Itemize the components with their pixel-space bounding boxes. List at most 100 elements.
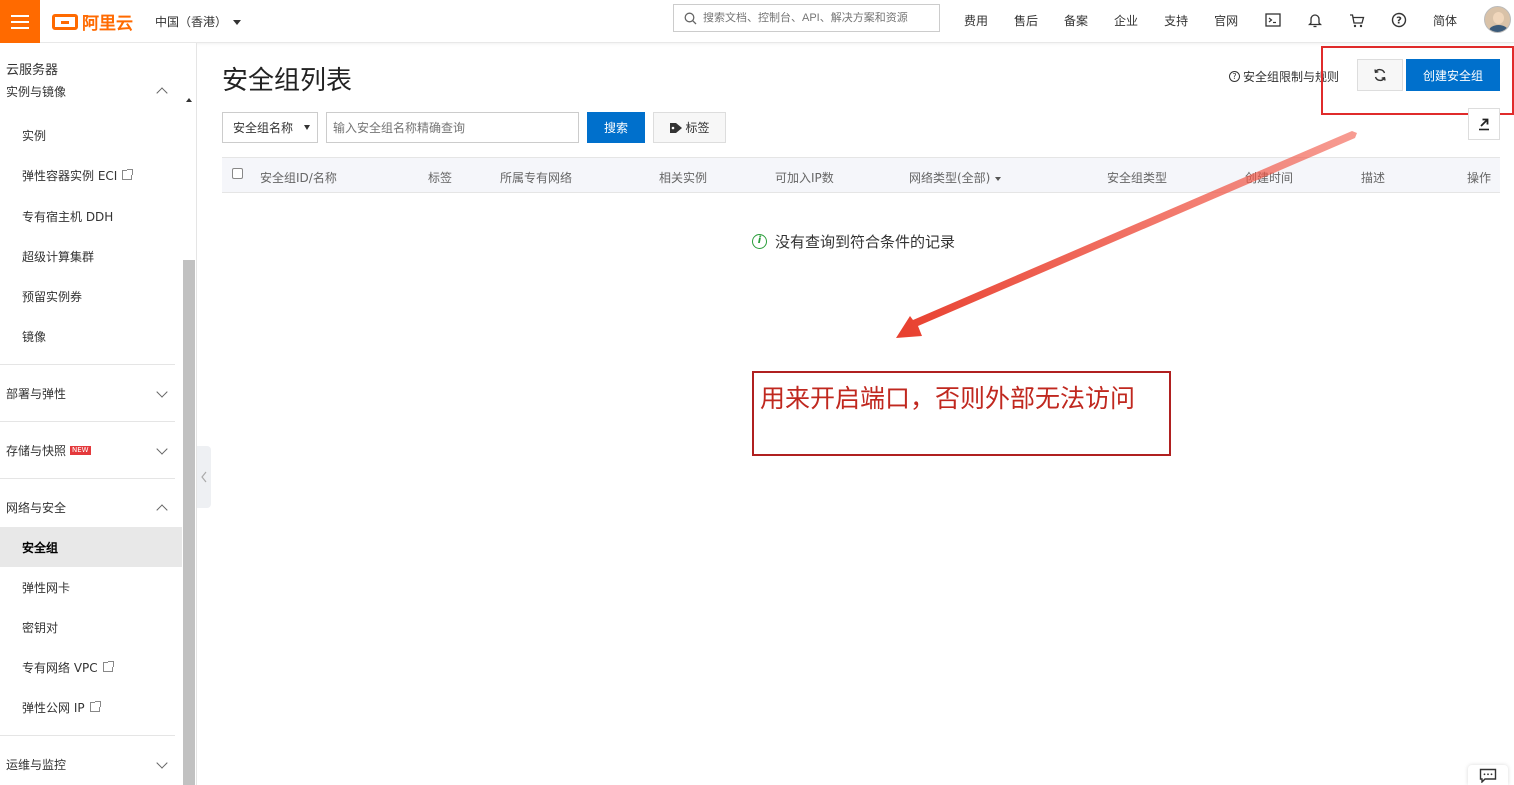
cart-icon[interactable] xyxy=(1348,11,1366,29)
brand-logo[interactable]: 阿里云 xyxy=(52,9,133,34)
tag-icon xyxy=(670,122,683,133)
sidebar-scrollbar[interactable] xyxy=(183,260,195,785)
divider xyxy=(0,364,175,365)
external-link-icon xyxy=(102,661,114,672)
sidebar-item-ddh[interactable]: 专有宿主机 DDH xyxy=(0,196,182,236)
question-icon: ? xyxy=(1229,71,1240,82)
empty-state-text: 没有查询到符合条件的记录 xyxy=(775,233,956,251)
annotation-highlight-box xyxy=(1321,46,1514,115)
search-icon xyxy=(684,12,697,24)
chevron-down-icon xyxy=(156,443,168,455)
region-label: 中国（香港） xyxy=(155,15,228,29)
sidebar-item-reserved[interactable]: 预留实例券 xyxy=(0,276,182,316)
sidebar-group-storage[interactable]: 存储与快照 NEW xyxy=(0,435,182,465)
sidebar-item-label: 镜像 xyxy=(22,329,47,344)
column-header-instances: 相关实例 xyxy=(659,171,708,185)
nav-enterprise[interactable]: 企业 xyxy=(1114,12,1138,29)
top-nav: 费用 售后 备案 企业 支持 官网 xyxy=(964,12,1238,29)
external-link-icon xyxy=(89,701,101,712)
chevron-down-icon xyxy=(233,20,242,25)
chat-support-button[interactable] xyxy=(1468,765,1508,785)
export-icon xyxy=(1479,118,1489,131)
nav-after-sales[interactable]: 售后 xyxy=(1014,12,1038,29)
annotation-note-box: 用来开启端口，否则外部无法访问 xyxy=(752,371,1171,456)
sidebar-title: 云服务器 xyxy=(6,63,59,78)
help-icon[interactable]: ? xyxy=(1390,11,1408,29)
filter-field-select[interactable]: 安全组名称 xyxy=(222,112,318,143)
select-all-checkbox[interactable] xyxy=(232,168,243,179)
divider xyxy=(0,478,175,479)
filter-select-value: 安全组名称 xyxy=(233,121,294,135)
sidebar-item-label: 专有网络 VPC xyxy=(22,660,98,675)
column-header-created: 创建时间 xyxy=(1245,171,1294,185)
tag-filter-button[interactable]: 标签 xyxy=(653,112,726,143)
empty-state-message: i 没有查询到符合条件的记录 xyxy=(752,231,955,252)
avatar[interactable] xyxy=(1484,6,1511,33)
nav-billing[interactable]: 费用 xyxy=(964,12,988,29)
column-header-network-type[interactable]: 网络类型(全部) xyxy=(909,169,1002,186)
search-button[interactable]: 搜索 xyxy=(587,112,645,143)
sidebar-item-eip[interactable]: 弹性公网 IP xyxy=(0,687,182,727)
sidebar: 云服务器 实例与镜像 实例 弹性容器实例 ECI 专有宿主机 DDH 超级计算集… xyxy=(0,43,197,785)
column-header-ip-count: 可加入IP数 xyxy=(775,171,834,185)
sidebar-item-label: 实例 xyxy=(22,128,47,143)
sidebar-group-network[interactable]: 网络与安全 xyxy=(0,492,182,522)
scroll-up-icon[interactable] xyxy=(186,98,192,102)
nav-icp[interactable]: 备案 xyxy=(1064,12,1088,29)
bell-icon[interactable] xyxy=(1306,11,1324,29)
chevron-down-icon xyxy=(156,386,168,398)
chevron-down-icon xyxy=(304,125,310,130)
region-selector[interactable]: 中国（香港） xyxy=(155,13,242,30)
nav-support[interactable]: 支持 xyxy=(1164,12,1188,29)
chevron-down-icon xyxy=(995,176,1002,181)
sidebar-item-scc[interactable]: 超级计算集群 xyxy=(0,236,182,276)
global-search-input[interactable] xyxy=(703,12,933,24)
export-button[interactable] xyxy=(1468,108,1500,140)
annotation-note-text: 用来开启端口，否则外部无法访问 xyxy=(760,384,1136,413)
table-header: 安全组ID/名称 标签 所属专有网络 相关实例 可加入IP数 网络类型(全部) … xyxy=(222,157,1500,193)
divider xyxy=(0,735,175,736)
sidebar-item-eni[interactable]: 弹性网卡 xyxy=(0,567,182,607)
column-header-label: 网络类型(全部) xyxy=(909,171,991,185)
sidebar-group-label: 部署与弹性 xyxy=(6,386,67,401)
sidebar-item-keypair[interactable]: 密钥对 xyxy=(0,607,182,647)
nav-official-site[interactable]: 官网 xyxy=(1214,12,1238,29)
sidebar-item-images[interactable]: 镜像 xyxy=(0,316,182,356)
global-search[interactable] xyxy=(673,4,940,32)
sidebar-group-instances[interactable]: 实例与镜像 xyxy=(0,81,182,101)
divider xyxy=(0,421,175,422)
sidebar-item-eci[interactable]: 弹性容器实例 ECI xyxy=(0,155,182,195)
sidebar-group-ops[interactable]: 运维与监控 xyxy=(0,749,182,779)
sidebar-item-vpc[interactable]: 专有网络 VPC xyxy=(0,647,182,687)
chevron-up-icon xyxy=(156,504,168,516)
menu-icon[interactable] xyxy=(0,0,40,43)
security-group-search-input[interactable] xyxy=(326,112,579,143)
chevron-up-icon xyxy=(156,87,168,99)
top-bar: 阿里云 中国（香港） 费用 售后 备案 企业 支持 官网 ? 简体 xyxy=(0,0,1514,43)
sidebar-item-label: 超级计算集群 xyxy=(22,249,95,264)
sidebar-item-label: 弹性容器实例 ECI xyxy=(22,168,118,183)
column-header-group-type: 安全组类型 xyxy=(1107,171,1168,185)
chevron-left-icon xyxy=(201,471,207,483)
column-header-tags: 标签 xyxy=(428,171,453,185)
sidebar-group-label: 实例与镜像 xyxy=(6,84,67,99)
sidebar-group-label: 运维与监控 xyxy=(6,757,67,772)
page-title: 安全组列表 xyxy=(222,66,353,96)
chat-icon xyxy=(1479,768,1497,783)
sidebar-item-instances[interactable]: 实例 xyxy=(0,115,182,155)
new-badge: NEW xyxy=(70,445,91,455)
column-header-actions: 操作 xyxy=(1467,171,1492,185)
terminal-icon[interactable] xyxy=(1264,11,1282,29)
external-link-icon xyxy=(122,169,134,180)
tag-button-label: 标签 xyxy=(685,121,710,135)
language-switch[interactable]: 简体 xyxy=(1433,12,1457,29)
column-header-vpc: 所属专有网络 xyxy=(500,171,573,185)
svg-text:?: ? xyxy=(1396,16,1402,27)
aliyun-logo-icon xyxy=(52,13,78,30)
column-header-description: 描述 xyxy=(1361,171,1386,185)
sidebar-item-label: 预留实例券 xyxy=(22,289,83,304)
sidebar-item-label: 密钥对 xyxy=(22,620,59,635)
sidebar-item-security-group[interactable]: 安全组 xyxy=(0,527,182,567)
sidebar-group-deploy[interactable]: 部署与弹性 xyxy=(0,378,182,408)
sidebar-collapse-handle[interactable] xyxy=(197,446,211,508)
